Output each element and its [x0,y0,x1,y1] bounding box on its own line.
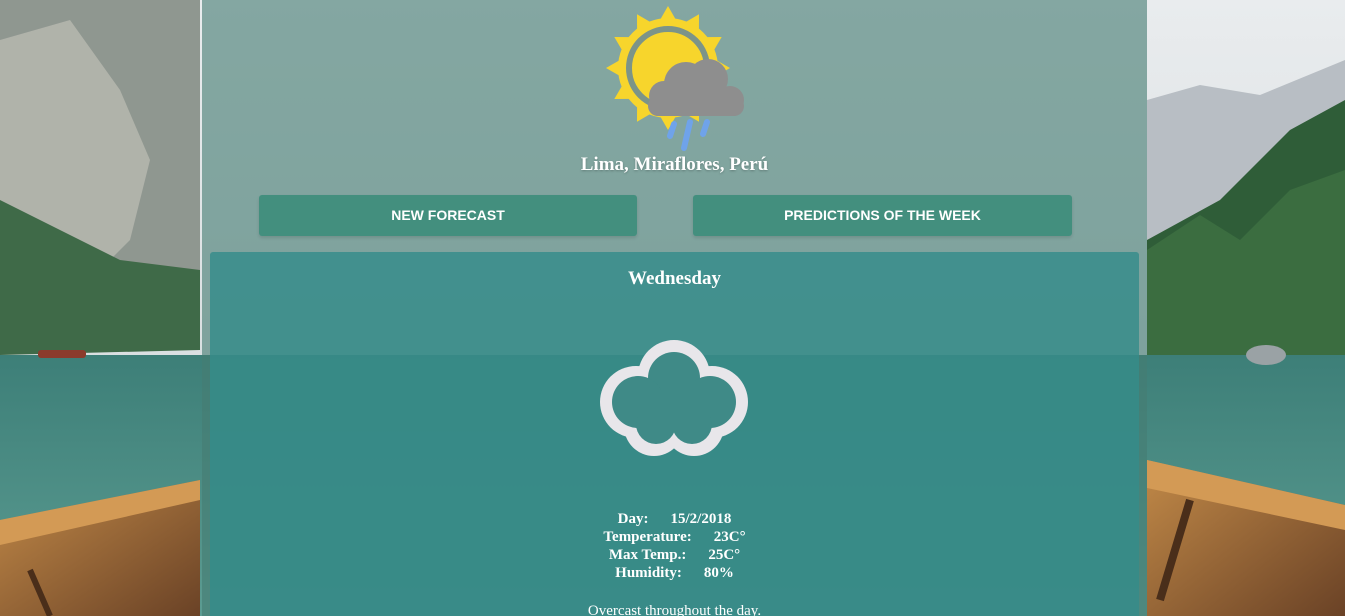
sun-cloud-rain-icon [602,4,750,154]
humidity-label: Humidity: [615,565,682,581]
forecast-summary: Overcast throughout the day. [587,603,762,616]
cloud-icon [598,338,750,462]
detail-row-day: Day: 15/2/2018 [210,510,1139,528]
temperature-label: Temperature: [603,529,692,545]
max-temp-label: Max Temp.: [608,547,687,563]
day-name: Wednesday [628,268,721,289]
new-forecast-button[interactable]: NEW FORECAST [259,195,637,236]
day-forecast-card: Wednesday Day: 15/2/2018 Temperature: 23… [210,252,1139,616]
temperature-value: 23C° [713,529,746,545]
forecast-panel: Lima, Miraflores, Perú NEW FORECAST PRED… [202,0,1147,616]
detail-row-temperature: Temperature: 23C° [210,528,1139,546]
forecast-details: Day: 15/2/2018 Temperature: 23C° Max Temp.… [210,510,1139,582]
day-value: 15/2/2018 [670,511,732,527]
humidity-value: 80% [703,565,734,581]
detail-row-max-temp: Max Temp.: 25C° [210,546,1139,564]
day-label: Day: [617,511,649,527]
detail-row-humidity: Humidity: 80% [210,564,1139,582]
location-title: Lima, Miraflores, Perú [580,154,769,175]
max-temp-value: 25C° [708,547,741,563]
predictions-of-the-week-button[interactable]: PREDICTIONS OF THE WEEK [693,195,1072,236]
